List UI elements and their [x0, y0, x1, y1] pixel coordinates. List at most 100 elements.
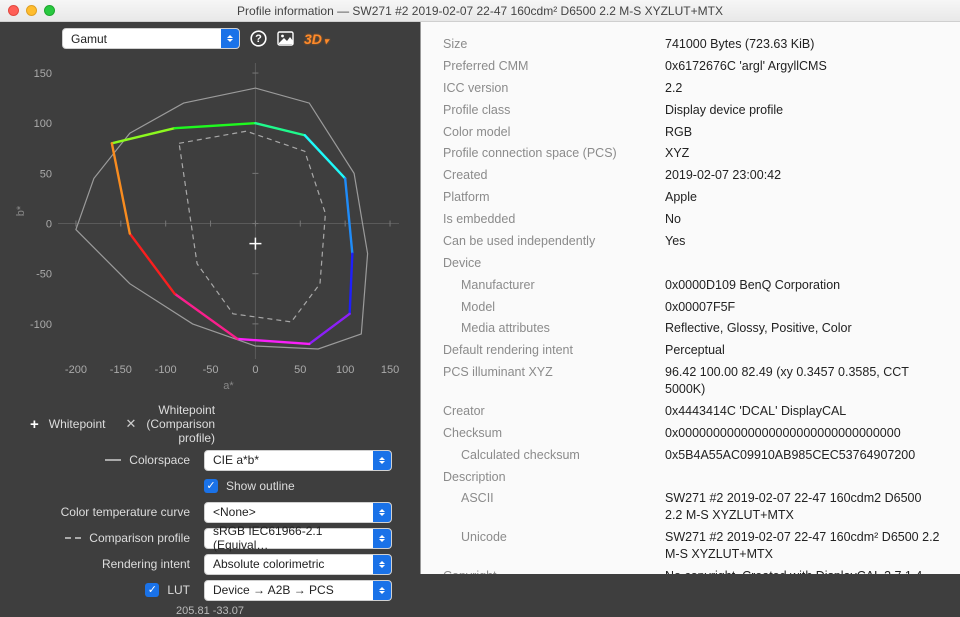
rendering-intent-select[interactable]: Absolute colorimetric: [204, 554, 392, 575]
info-row: Manufacturer0x0000D109 BenQ Corporation: [443, 277, 942, 294]
view-select[interactable]: Gamut: [62, 28, 240, 49]
info-value: SW271 #2 2019-02-07 22-47 160cdm² D6500 …: [665, 529, 942, 563]
info-row: Checksum0x000000000000000000000000000000…: [443, 425, 942, 442]
info-key: Is embedded: [443, 211, 665, 228]
maximize-window[interactable]: [44, 5, 55, 16]
svg-text:100: 100: [336, 364, 354, 376]
svg-text:0: 0: [252, 364, 258, 376]
info-key: Profile connection space (PCS): [443, 145, 665, 162]
view-select-value: Gamut: [71, 32, 221, 46]
info-value: 0x0000D109 BenQ Corporation: [665, 277, 942, 294]
info-value: 0x5B4A55AC09910AB985CEC53764907200: [665, 447, 942, 464]
info-key: Media attributes: [443, 320, 665, 337]
svg-text:-50: -50: [36, 269, 52, 281]
info-key: Can be used independently: [443, 233, 665, 250]
svg-text:b*: b*: [15, 205, 27, 216]
info-row: Color modelRGB: [443, 124, 942, 141]
info-row: Created2019-02-07 23:00:42: [443, 167, 942, 184]
info-value: Apple: [665, 189, 942, 206]
info-key: Color model: [443, 124, 665, 141]
info-key: Device: [443, 255, 665, 272]
info-value: Perceptual: [665, 342, 942, 359]
info-key: Created: [443, 167, 665, 184]
solid-line-icon: [105, 459, 121, 461]
info-value: Display device profile: [665, 102, 942, 119]
info-key: Checksum: [443, 425, 665, 442]
whitepoint-comp-label: Whitepoint (Comparison profile): [146, 403, 215, 445]
help-icon[interactable]: ?: [250, 30, 267, 47]
info-row: Model0x00007F5F: [443, 299, 942, 316]
info-row: Size741000 Bytes (723.63 KiB): [443, 36, 942, 53]
info-value: [665, 255, 942, 272]
gamut-panel: Gamut ? 3D▾ -200 -150 -100 -50 0 50 100 150 -100…: [0, 22, 420, 574]
info-row: Description: [443, 469, 942, 486]
3d-button[interactable]: 3D▾: [304, 31, 328, 47]
info-key: Profile class: [443, 102, 665, 119]
info-row: PCS illuminant XYZ96.42 100.00 82.49 (xy…: [443, 364, 942, 398]
comparison-profile-label: Comparison profile: [89, 531, 190, 545]
svg-text:-50: -50: [203, 364, 219, 376]
svg-text:-150: -150: [110, 364, 132, 376]
cursor-coords: 205.81 -33.07: [12, 605, 408, 617]
minimize-window[interactable]: [26, 5, 37, 16]
svg-text:-100: -100: [30, 319, 52, 331]
info-value: No copyright. Created with DisplayCAL 3.…: [665, 568, 942, 574]
info-row: Profile classDisplay device profile: [443, 102, 942, 119]
info-value: SW271 #2 2019-02-07 22-47 160cdm2 D6500 …: [665, 490, 942, 524]
info-row: PlatformApple: [443, 189, 942, 206]
profile-info-panel: Size741000 Bytes (723.63 KiB) Preferred C…: [420, 22, 960, 574]
info-key: Model: [443, 299, 665, 316]
info-key: PCS illuminant XYZ: [443, 364, 665, 398]
svg-text:-200: -200: [65, 364, 87, 376]
colorspace-select[interactable]: CIE a*b*: [204, 450, 392, 471]
info-value: RGB: [665, 124, 942, 141]
info-row: Preferred CMM0x6172676C 'argl' ArgyllCMS: [443, 58, 942, 75]
info-row: Device: [443, 255, 942, 272]
svg-text:50: 50: [40, 168, 52, 180]
svg-text:100: 100: [34, 118, 52, 130]
svg-text:a*: a*: [223, 380, 234, 392]
info-key: Size: [443, 36, 665, 53]
whitepoint-label: Whitepoint: [49, 417, 106, 431]
info-value: 0x6172676C 'argl' ArgyllCMS: [665, 58, 942, 75]
info-row: Can be used independentlyYes: [443, 233, 942, 250]
lut-label: LUT: [167, 583, 190, 597]
info-key: Calculated checksum: [443, 447, 665, 464]
show-outline-label: Show outline: [226, 479, 295, 493]
info-key: Copyright: [443, 568, 665, 574]
info-key: Unicode: [443, 529, 665, 563]
info-row: ICC version2.2: [443, 80, 942, 97]
window-title: Profile information — SW271 #2 2019-02-0…: [8, 4, 952, 18]
svg-text:50: 50: [294, 364, 306, 376]
info-key: ICC version: [443, 80, 665, 97]
info-row: Calculated checksum0x5B4A55AC09910AB985C…: [443, 447, 942, 464]
ctc-select[interactable]: <None>: [204, 502, 392, 523]
gamut-chart[interactable]: -200 -150 -100 -50 0 50 100 150 -100 -50 0 50 100 150…: [12, 55, 407, 395]
info-value: 2019-02-07 23:00:42: [665, 167, 942, 184]
info-key: Default rendering intent: [443, 342, 665, 359]
dashed-line-icon: [65, 537, 81, 539]
info-value: [665, 469, 942, 486]
info-row: UnicodeSW271 #2 2019-02-07 22-47 160cdm²…: [443, 529, 942, 563]
svg-text:150: 150: [34, 68, 52, 80]
info-value: 0x00007F5F: [665, 299, 942, 316]
info-row: CopyrightNo copyright. Created with Disp…: [443, 568, 942, 574]
info-row: Default rendering intentPerceptual: [443, 342, 942, 359]
info-value: Yes: [665, 233, 942, 250]
lut-checkbox[interactable]: [145, 583, 159, 597]
save-image-icon[interactable]: [277, 31, 294, 46]
close-window[interactable]: [8, 5, 19, 16]
svg-text:150: 150: [381, 364, 399, 376]
svg-text:0: 0: [46, 219, 52, 231]
comparison-profile-select[interactable]: sRGB IEC61966-2.1 (Equival…: [204, 528, 392, 549]
info-value: 0x4443414C 'DCAL' DisplayCAL: [665, 403, 942, 420]
lut-select[interactable]: Device → A2B → PCS: [204, 580, 392, 601]
info-key: Description: [443, 469, 665, 486]
info-value: 2.2: [665, 80, 942, 97]
info-row: ASCIISW271 #2 2019-02-07 22-47 160cdm2 D…: [443, 490, 942, 524]
info-key: Creator: [443, 403, 665, 420]
info-key: ASCII: [443, 490, 665, 524]
svg-text:-100: -100: [155, 364, 177, 376]
info-row: Media attributesReflective, Glossy, Posi…: [443, 320, 942, 337]
show-outline-checkbox[interactable]: [204, 479, 218, 493]
